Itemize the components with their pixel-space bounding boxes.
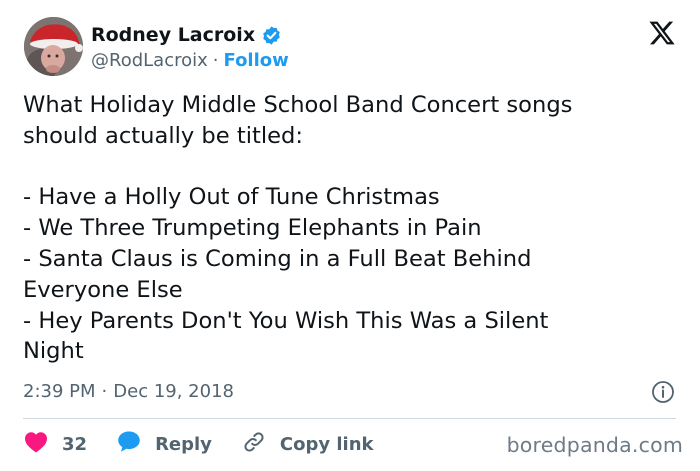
divider — [23, 418, 676, 419]
tweet-text-line: - Santa Claus is Coming in a Full Beat B… — [23, 245, 532, 272]
avatar[interactable] — [24, 17, 83, 76]
speech-bubble-icon — [117, 430, 141, 458]
tweet-text-line: Night — [23, 338, 84, 365]
copy-link-button[interactable]: Copy link — [242, 430, 374, 459]
author-handle[interactable]: @RodLacroix — [91, 50, 208, 71]
tweet-text-line: - Hey Parents Don't You Wish This Was a … — [23, 307, 549, 334]
tweet-card: Rodney Lacroix @RodLacroix · Follow What… — [0, 0, 700, 471]
x-logo-icon[interactable] — [648, 19, 676, 47]
separator-dot: · — [101, 380, 108, 402]
tweet-text: What Holiday Middle School Band Concert … — [23, 90, 678, 367]
author-display-name[interactable]: Rodney Lacroix — [91, 24, 255, 46]
avatar-image — [24, 17, 83, 76]
separator-dot: · — [212, 49, 219, 71]
tweet-date: Dec 19, 2018 — [113, 380, 234, 402]
tweet-text-line: - Have a Holly Out of Tune Christmas — [23, 184, 440, 211]
tweet-time: 2:39 PM — [23, 380, 96, 402]
follow-button[interactable]: Follow — [224, 50, 289, 71]
author-handle-row: @RodLacroix · Follow — [91, 49, 289, 71]
info-icon[interactable] — [651, 380, 675, 404]
copy-link-label: Copy link — [279, 433, 374, 455]
like-button[interactable]: 32 — [24, 431, 87, 458]
watermark: boredpanda.com — [506, 433, 683, 457]
reply-button[interactable]: Reply — [117, 430, 212, 458]
tweet-actions: 32 Reply Copy link — [24, 430, 374, 458]
tweet-timestamp[interactable]: 2:39 PM · Dec 19, 2018 — [23, 377, 234, 405]
tweet-text-line: - We Three Trumpeting Elephants in Pain — [23, 215, 482, 242]
tweet-text-line: Everyone Else — [23, 276, 183, 303]
like-count: 32 — [62, 433, 88, 455]
author-name-row: Rodney Lacroix — [91, 22, 282, 48]
heart-icon — [24, 431, 48, 458]
reply-label: Reply — [155, 433, 212, 455]
verified-badge-icon — [261, 25, 282, 46]
tweet-text-line: What Holiday Middle School Band Concert … — [23, 92, 573, 118]
link-icon — [242, 430, 266, 459]
tweet-text-line: should actually be titled: — [23, 122, 303, 149]
